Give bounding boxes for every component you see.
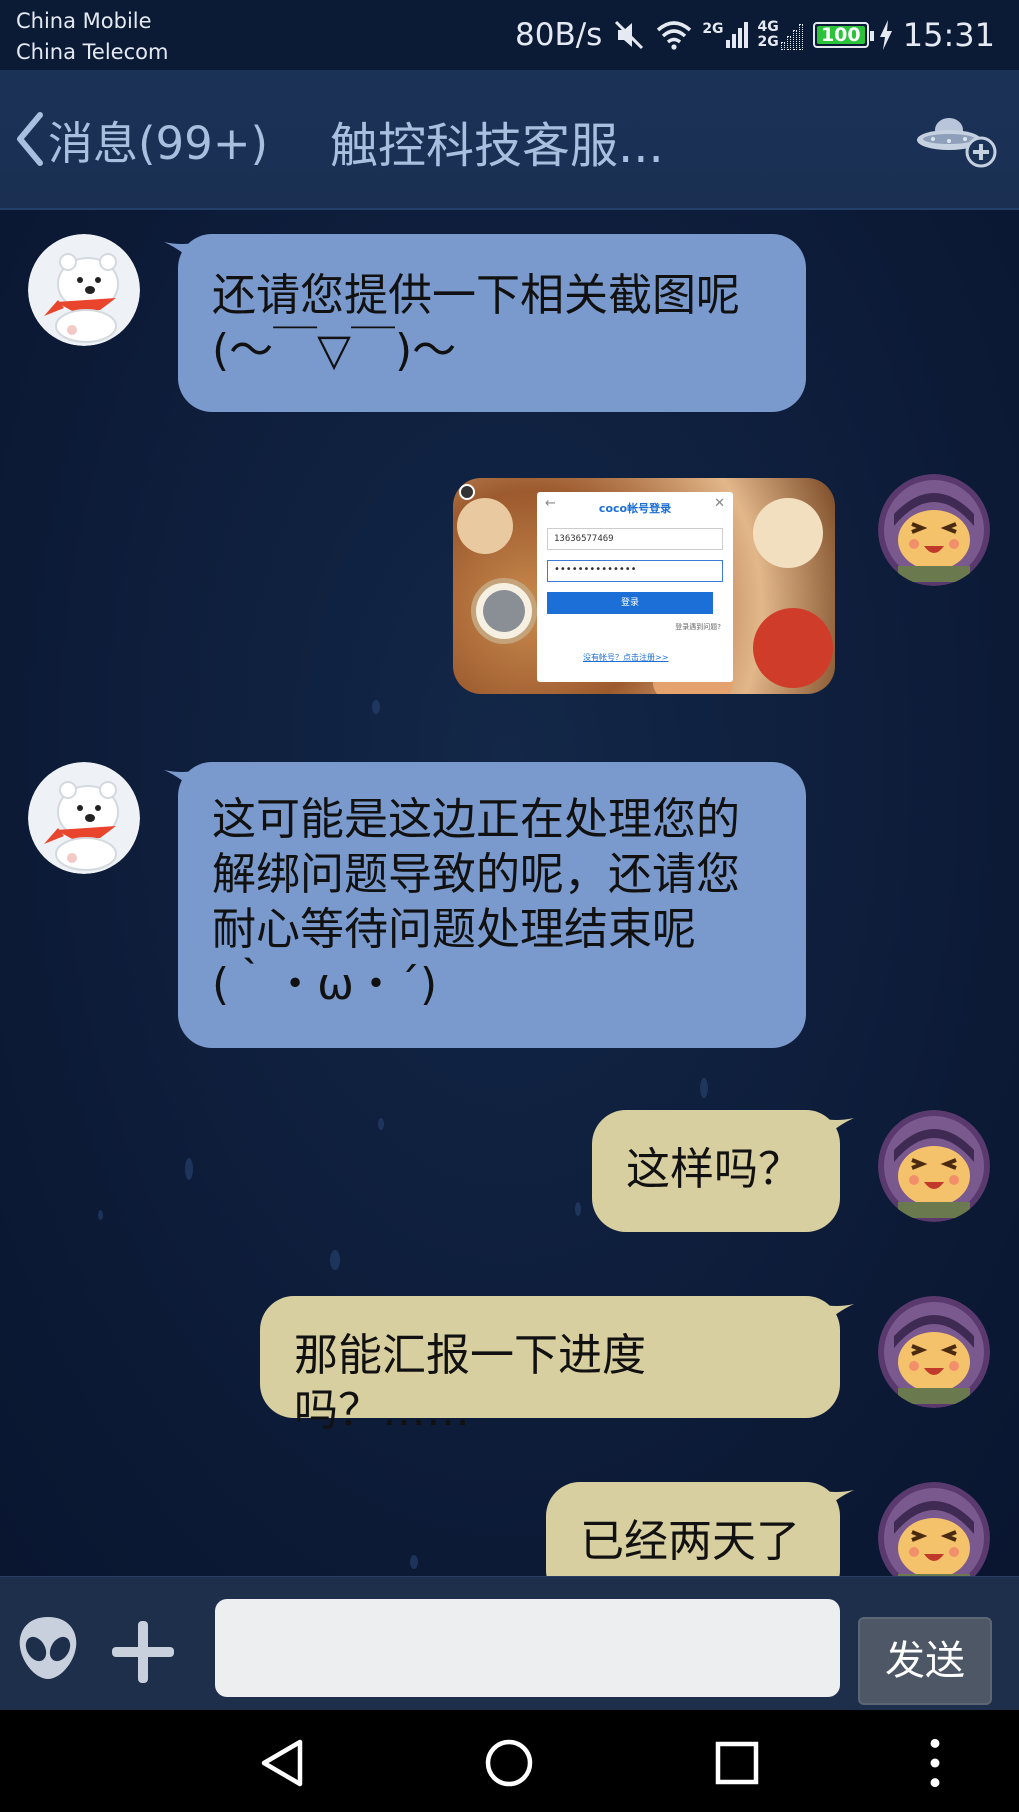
signal-strength-icon-2: 4G 2G xyxy=(758,20,803,50)
back-button[interactable]: 消息(99+) xyxy=(14,102,268,176)
image-message[interactable]: ← coco帐号登录 ✕ 13636577469 •••••••••••••• … xyxy=(453,478,835,694)
user-avatar[interactable] xyxy=(878,474,990,586)
user-avatar[interactable] xyxy=(878,1110,990,1222)
input-bar: 发送 xyxy=(0,1576,1019,1710)
status-bar: China Mobile China Telecom 80B/s 2G 4G 2… xyxy=(0,0,1019,70)
user-avatar[interactable] xyxy=(878,1296,990,1408)
plus-icon[interactable] xyxy=(112,1621,174,1683)
message-text: 已经两天了 xyxy=(580,1516,800,1567)
navigation-bar xyxy=(0,1710,1019,1812)
message-text: 这可能是这边正在处理您的 解绑问题导致的呢，还请您 耐心等待问题处理结束呢 (｀… xyxy=(212,794,740,1010)
video-badge-icon xyxy=(459,484,475,500)
wifi-icon xyxy=(657,21,692,50)
nav-back-icon[interactable] xyxy=(258,1738,308,1788)
send-button[interactable]: 发送 xyxy=(858,1617,992,1705)
chat-title: 触控科技客服... xyxy=(330,118,664,174)
signal-label-3: 2G xyxy=(757,34,779,50)
carrier-2: China Telecom xyxy=(16,40,169,64)
user-avatar[interactable] xyxy=(878,1482,990,1576)
message-text: 还请您提供一下相关截图呢 (～￣▽￣)～ xyxy=(212,270,740,376)
chevron-left-icon xyxy=(17,112,43,166)
signal-label-1: 2G xyxy=(702,21,724,37)
carrier-info: China Mobile China Telecom xyxy=(16,6,168,68)
title-bar: 消息(99+) 触控科技客服... xyxy=(0,70,1019,210)
status-indicators: 80B/s 2G 4G 2G 100 15:31 xyxy=(515,12,995,58)
carrier-1: China Mobile xyxy=(16,9,152,33)
message-bubble-right[interactable]: 已经两天了 xyxy=(546,1482,854,1576)
nav-recents-icon[interactable] xyxy=(712,1738,762,1788)
nav-more-icon[interactable] xyxy=(920,1738,950,1788)
screenshot-login-card: ← coco帐号登录 ✕ 13636577469 •••••••••••••• … xyxy=(537,492,733,682)
emoji-alien-icon[interactable] xyxy=(16,1613,80,1683)
battery-icon: 100 xyxy=(812,22,874,48)
screenshot-phone-field: 13636577469 xyxy=(547,528,723,550)
signal-strength-icon-1: 2G xyxy=(702,21,748,48)
clock: 15:31 xyxy=(902,16,995,54)
service-avatar[interactable] xyxy=(28,762,140,874)
message-bubble-left[interactable]: 这可能是这边正在处理您的 解绑问题导致的呢，还请您 耐心等待问题处理结束呢 (｀… xyxy=(164,762,806,1048)
screenshot-login-title: coco帐号登录 xyxy=(598,502,672,515)
screenshot-close-icon: ✕ xyxy=(714,496,725,511)
service-avatar[interactable] xyxy=(28,234,140,346)
nav-home-icon[interactable] xyxy=(484,1738,534,1788)
mute-icon xyxy=(615,20,644,50)
message-input[interactable] xyxy=(215,1599,840,1697)
chat-area[interactable]: 还请您提供一下相关截图呢 (～￣▽￣)～ ← coco帐号登录 ✕ 136365 xyxy=(0,210,1019,1576)
message-bubble-right[interactable]: 那能汇报一下进度吗？…… xyxy=(260,1296,854,1436)
message-text: 那能汇报一下进度吗？…… xyxy=(294,1330,646,1436)
charging-icon xyxy=(879,20,892,50)
message-bubble-right[interactable]: 这样吗？ xyxy=(592,1110,854,1232)
screenshot-login-button: 登录 xyxy=(547,592,713,614)
ufo-add-icon[interactable] xyxy=(915,108,999,172)
screenshot-register-link: 没有帐号？点击注册>> xyxy=(583,653,669,662)
message-text: 这样吗？ xyxy=(626,1144,802,1195)
screenshot-password-field: •••••••••••••• xyxy=(547,560,723,582)
screenshot-help-link: 登录遇到问题? xyxy=(675,623,721,631)
signal-label-2: 4G xyxy=(757,19,779,35)
network-speed: 80B/s xyxy=(515,17,603,53)
back-label: 消息(99+) xyxy=(48,116,269,170)
message-bubble-left[interactable]: 还请您提供一下相关截图呢 (～￣▽￣)～ xyxy=(164,234,806,412)
battery-level: 100 xyxy=(820,24,861,46)
